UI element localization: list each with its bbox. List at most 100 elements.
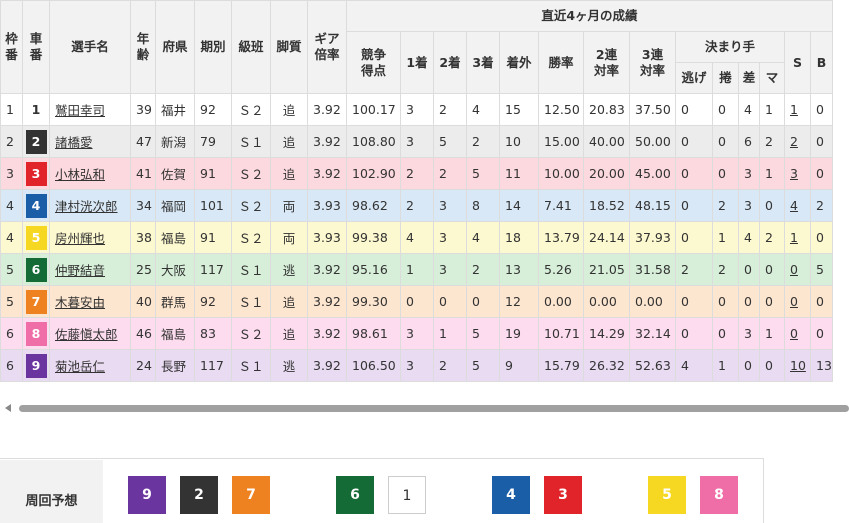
racer-name-link[interactable]: 房州輝也 — [55, 231, 105, 246]
cell-nige: 0 — [675, 189, 713, 222]
cell-quinella: 20.83 — [583, 93, 630, 126]
car-number-badge: 7 — [25, 289, 47, 314]
cell-second: 5 — [433, 125, 467, 158]
cell-out: 18 — [499, 221, 539, 254]
cell-s[interactable]: 2 — [784, 125, 811, 158]
racer-name-link[interactable]: 小林弘和 — [55, 167, 105, 182]
racer-name-link[interactable]: 諸橋愛 — [55, 135, 93, 150]
cell-name[interactable]: 鷲田幸司 — [49, 93, 131, 126]
cell-win: 0.00 — [538, 285, 584, 318]
cell-name[interactable]: 房州輝也 — [49, 221, 131, 254]
cell-quinella: 24.14 — [583, 221, 630, 254]
cell-third: 5 — [466, 157, 500, 190]
cell-age: 38 — [130, 221, 156, 254]
cell-third: 4 — [466, 93, 500, 126]
cell-pref: 新潟 — [155, 125, 195, 158]
scrollbar-thumb[interactable] — [19, 405, 849, 412]
forecast-car-box: 3 — [544, 476, 582, 514]
cell-term: 83 — [194, 317, 232, 350]
cell-s[interactable]: 1 — [784, 221, 811, 254]
s-count-link[interactable]: 1 — [790, 230, 798, 245]
cell-sashi: 0 — [738, 253, 760, 286]
racer-name-link[interactable]: 菊池岳仁 — [55, 359, 105, 374]
scroll-left-arrow-icon[interactable] — [5, 404, 11, 412]
cell-gear: 3.92 — [307, 125, 347, 158]
lap-forecast-label: 周回予想 — [0, 460, 103, 523]
race-entry-table: 枠番 車番 選手名 年齢 府県 期別 級班 脚質 ギア倍率 直近4ヶ月の成績 競… — [0, 0, 833, 382]
racer-name-link[interactable]: 木暮安由 — [55, 295, 105, 310]
cell-name[interactable]: 小林弘和 — [49, 157, 131, 190]
cell-b: 0 — [810, 93, 833, 126]
cell-age: 39 — [130, 93, 156, 126]
horizontal-scrollbar[interactable] — [0, 401, 849, 415]
table-row: 6 8 佐藤愼太郎 46 福島 83 Ｓ２ 追 3.92 98.61 3 1 5 19 10.71 14.29… — [0, 317, 833, 350]
header-kimarite: 決まり手 — [675, 31, 785, 63]
s-count-link[interactable]: 4 — [790, 198, 798, 213]
cell-pref: 福井 — [155, 93, 195, 126]
cell-waku: 1 — [0, 93, 23, 126]
cell-s[interactable]: 0 — [784, 317, 811, 350]
s-count-link[interactable]: 0 — [790, 326, 798, 341]
cell-class: Ｓ１ — [231, 285, 271, 318]
cell-style: 追 — [270, 317, 308, 350]
header-second: 2着 — [433, 31, 467, 94]
cell-sha: 3 — [22, 157, 50, 190]
cell-third: 5 — [466, 317, 500, 350]
cell-makuri: 2 — [712, 253, 739, 286]
table-row: 4 4 津村洸次郎 34 福岡 101 Ｓ２ 両 3.93 98.62 2 3 8 14 7.41 18.52… — [0, 189, 833, 222]
s-count-link[interactable]: 3 — [790, 166, 798, 181]
cell-name[interactable]: 菊池岳仁 — [49, 349, 131, 382]
cell-second: 3 — [433, 221, 467, 254]
cell-name[interactable]: 仲野結音 — [49, 253, 131, 286]
cell-makuri: 0 — [712, 93, 739, 126]
cell-pref: 大阪 — [155, 253, 195, 286]
cell-gear: 3.92 — [307, 349, 347, 382]
s-count-link[interactable]: 0 — [790, 262, 798, 277]
cell-gear: 3.92 — [307, 93, 347, 126]
cell-name[interactable]: 木暮安由 — [49, 285, 131, 318]
forecast-car-box: 8 — [700, 476, 738, 514]
cell-class: Ｓ２ — [231, 221, 271, 254]
cell-name[interactable]: 佐藤愼太郎 — [49, 317, 131, 350]
cell-name[interactable]: 諸橋愛 — [49, 125, 131, 158]
car-number-badge: 2 — [25, 129, 47, 154]
car-number-badge: 6 — [25, 257, 47, 282]
cell-term: 117 — [194, 349, 232, 382]
cell-age: 25 — [130, 253, 156, 286]
car-number-badge: 3 — [25, 161, 47, 186]
racer-name-link[interactable]: 佐藤愼太郎 — [55, 327, 118, 342]
s-count-link[interactable]: 2 — [790, 134, 798, 149]
cell-style: 追 — [270, 285, 308, 318]
car-number-badge: 9 — [25, 353, 47, 378]
cell-trio: 0.00 — [629, 285, 676, 318]
cell-term: 79 — [194, 125, 232, 158]
cell-s[interactable]: 10 — [784, 349, 811, 382]
s-count-link[interactable]: 0 — [790, 294, 798, 309]
cell-b: 0 — [810, 125, 833, 158]
cell-s[interactable]: 3 — [784, 157, 811, 190]
header-nige: 逃げ — [675, 62, 713, 94]
racer-name-link[interactable]: 仲野結音 — [55, 263, 105, 278]
cell-out: 19 — [499, 317, 539, 350]
cell-sashi: 0 — [738, 349, 760, 382]
cell-sashi: 3 — [738, 157, 760, 190]
cell-s[interactable]: 0 — [784, 285, 811, 318]
cell-s[interactable]: 0 — [784, 253, 811, 286]
s-count-link[interactable]: 10 — [790, 358, 806, 373]
cell-name[interactable]: 津村洸次郎 — [49, 189, 131, 222]
cell-s[interactable]: 1 — [784, 93, 811, 126]
racer-name-link[interactable]: 津村洸次郎 — [55, 199, 118, 214]
s-count-link[interactable]: 1 — [790, 102, 798, 117]
cell-sashi: 3 — [738, 189, 760, 222]
cell-win: 7.41 — [538, 189, 584, 222]
cell-second: 0 — [433, 285, 467, 318]
racer-name-link[interactable]: 鷲田幸司 — [55, 103, 105, 118]
table-row: 5 6 仲野結音 25 大阪 117 Ｓ１ 逃 3.92 95.16 1 3 2 13 5.26 21.05 3… — [0, 253, 833, 286]
cell-first: 1 — [400, 253, 434, 286]
cell-quinella: 40.00 — [583, 125, 630, 158]
cell-class: Ｓ２ — [231, 189, 271, 222]
cell-third: 2 — [466, 253, 500, 286]
cell-term: 117 — [194, 253, 232, 286]
cell-waku: 5 — [0, 253, 23, 286]
cell-s[interactable]: 4 — [784, 189, 811, 222]
